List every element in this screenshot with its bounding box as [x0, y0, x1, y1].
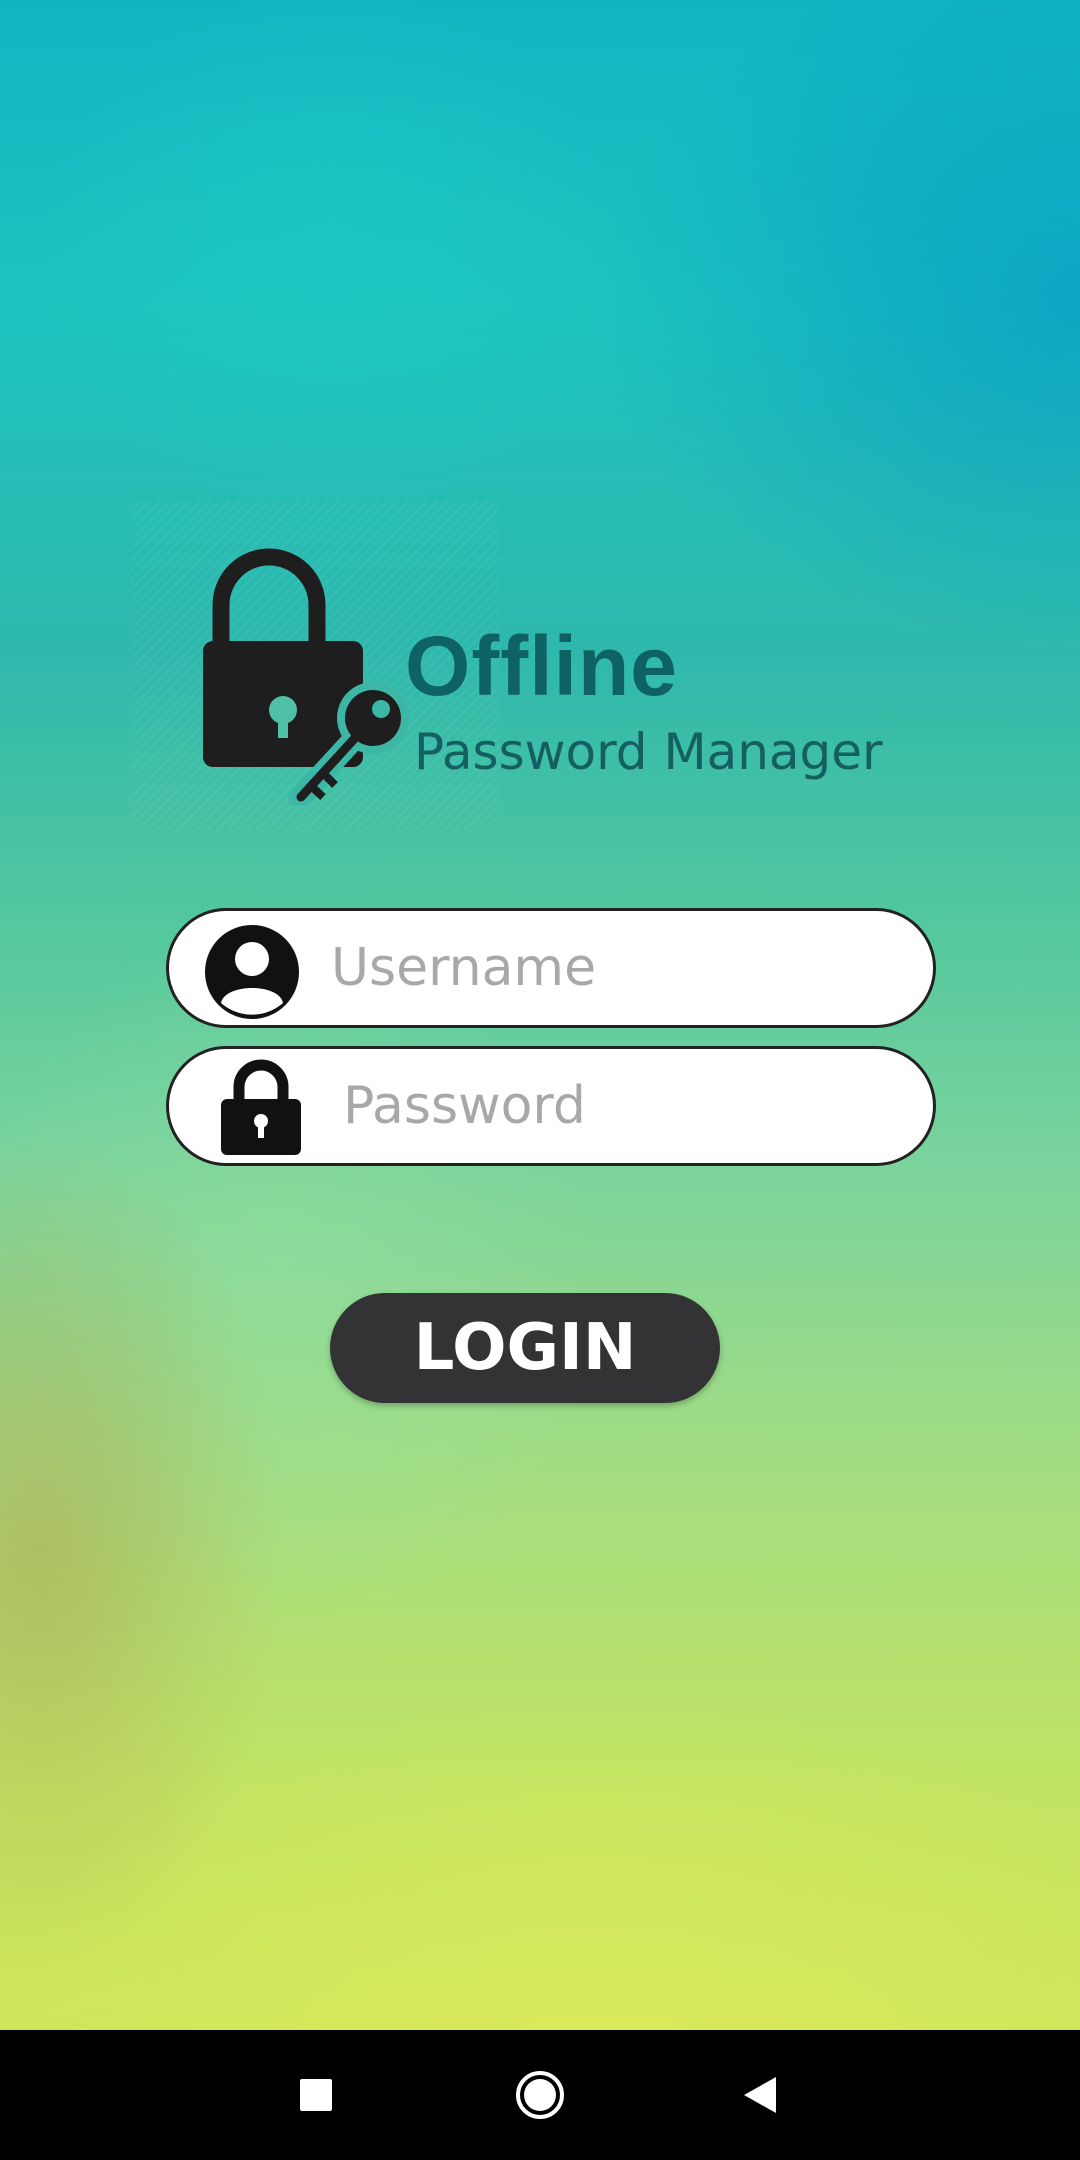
system-navigation-bar [0, 2030, 1080, 2160]
circle-icon [516, 2071, 564, 2119]
lock-and-key-icon [203, 548, 409, 805]
username-input[interactable] [331, 911, 811, 1025]
app-logo: Offline Password Manager [130, 500, 910, 830]
password-input[interactable] [343, 1049, 823, 1163]
app-subtitle: Password Manager [414, 723, 883, 781]
username-field[interactable] [166, 908, 936, 1028]
login-button[interactable]: LOGIN [330, 1293, 720, 1403]
app-title: Offline [405, 619, 678, 713]
password-field[interactable] [166, 1046, 936, 1166]
login-screen: Offline Password Manager LOGIN [0, 0, 1080, 2030]
nav-back-button[interactable] [720, 2055, 800, 2135]
user-avatar-icon [205, 925, 299, 1019]
nav-home-button[interactable] [500, 2055, 580, 2135]
padlock-icon [221, 1059, 301, 1155]
nav-recents-button[interactable] [276, 2055, 356, 2135]
square-icon [300, 2079, 332, 2111]
triangle-back-icon [744, 2077, 776, 2113]
